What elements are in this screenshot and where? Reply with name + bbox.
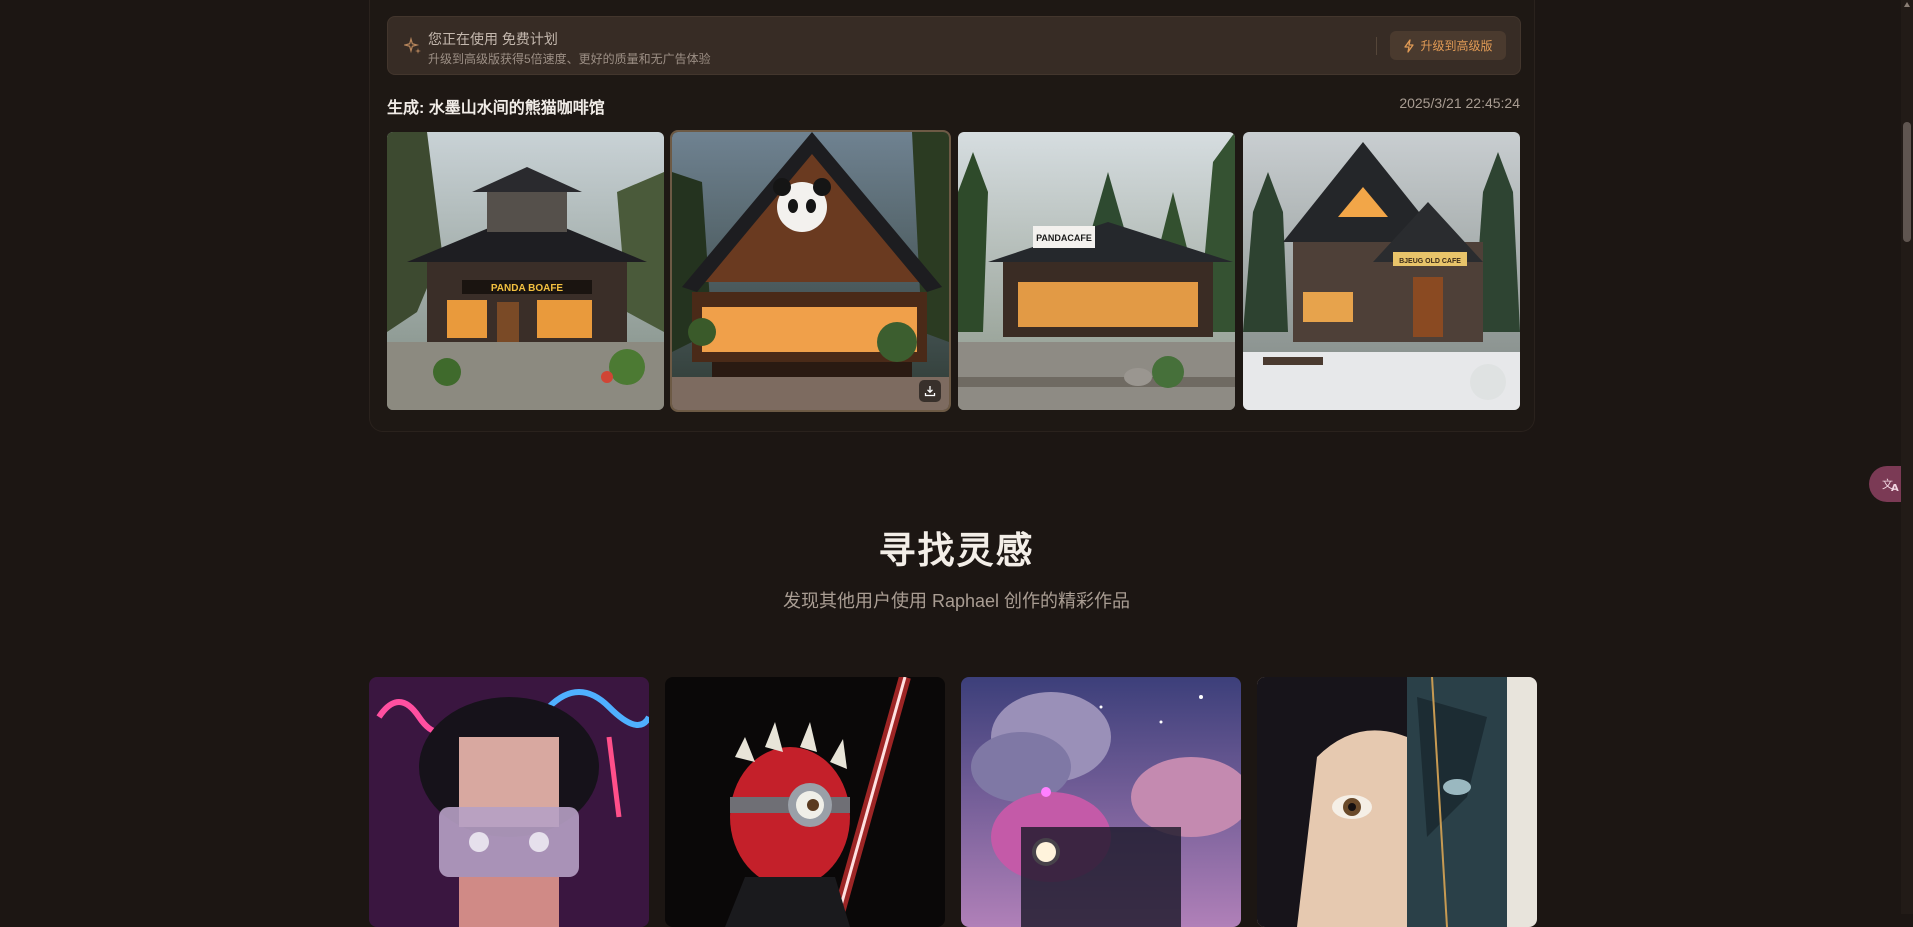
generated-image-4[interactable]: BJEUG OLD CAFE: [1243, 132, 1520, 410]
generation-card: 您正在使用 免费计划 升级到高级版获得5倍速度、更好的质量和无广告体验 升级到高…: [369, 0, 1535, 432]
sparkle-icon: [404, 37, 421, 54]
generated-image-1[interactable]: PANDA BOAFE: [387, 132, 664, 410]
generation-timestamp: 2025/3/21 22:45:24: [1399, 95, 1520, 111]
free-plan-banner: 您正在使用 免费计划 升级到高级版获得5倍速度、更好的质量和无广告体验 升级到高…: [387, 16, 1521, 75]
download-button[interactable]: [919, 380, 941, 402]
inspiration-card-3[interactable]: [961, 677, 1241, 927]
generated-image-3[interactable]: PANDACAFE: [958, 132, 1235, 410]
plan-subtitle: 升级到高级版获得5倍速度、更好的质量和无广告体验: [428, 52, 711, 66]
download-icon: [924, 386, 936, 397]
generation-title: 生成: 水墨山水间的熊猫咖啡馆: [387, 100, 605, 117]
plan-title: 您正在使用 免费计划: [428, 31, 558, 47]
inspiration-title: 寻找灵感: [878, 528, 1035, 572]
sign-text: PANDA BOAFE: [491, 283, 564, 294]
translate-icon: 文 A: [1882, 477, 1899, 494]
divider: [1376, 37, 1377, 55]
inspiration-card-1[interactable]: [369, 677, 649, 927]
inspiration-card-4[interactable]: [1257, 677, 1537, 927]
lightning-icon: [1404, 38, 1415, 53]
generated-image-2[interactable]: [670, 130, 951, 412]
upgrade-button[interactable]: 升级到高级版: [1390, 31, 1506, 60]
inspiration-subtitle: 发现其他用户使用 Raphael 创作的精彩作品: [782, 591, 1131, 611]
svg-text:A: A: [1891, 483, 1899, 494]
scroll-up-arrow-icon[interactable]: [1904, 2, 1910, 7]
sign-text: BJEUG OLD CAFE: [1399, 258, 1461, 265]
scroll-thumb[interactable]: [1903, 122, 1911, 242]
inspiration-card-2[interactable]: [665, 677, 945, 927]
upgrade-label: 升级到高级版: [1420, 39, 1493, 53]
page-scrollbar[interactable]: [1901, 0, 1913, 914]
sign-text: PANDACAFE: [1036, 233, 1092, 243]
